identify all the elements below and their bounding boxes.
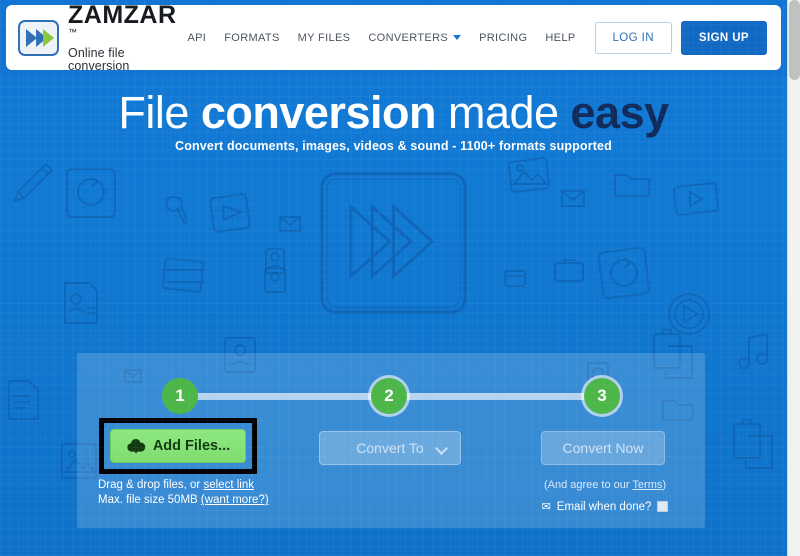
convert-now-button[interactable]: Convert Now [541, 431, 665, 465]
page-title: File conversion made easy [0, 89, 787, 136]
drag-drop-hint: Drag & drop files, or select link [98, 479, 328, 491]
briefcase-doodle-icon [554, 259, 584, 282]
play-square-doodle-icon [209, 193, 251, 233]
add-files-label: Add Files... [152, 438, 231, 454]
envelope-doodle-icon [279, 216, 301, 232]
logo-tagline: Online file conversion [68, 46, 130, 73]
nav-item-formats[interactable]: FORMATS [215, 26, 288, 50]
step-number: 3 [597, 386, 607, 405]
clipboard-pair-doodle-icon [733, 419, 773, 469]
cloud-upload-icon [127, 439, 146, 454]
nav-item-label: HELP [545, 31, 576, 44]
drag-drop-text: Drag & drop files, or [98, 479, 204, 491]
vertical-scrollbar[interactable] [787, 0, 800, 556]
pencil-doodle-icon [13, 162, 54, 203]
select-link[interactable]: select link [203, 479, 254, 491]
terms-agreement-text: (And agree to our Terms) [505, 479, 705, 491]
browser-viewport: ZAMZAR™ Online file conversion API FORMA… [0, 0, 800, 556]
double-chevron-logo-icon [18, 19, 59, 56]
nav-item-help[interactable]: HELP [536, 26, 584, 50]
step-indicator-3[interactable]: 3 [584, 378, 620, 414]
want-more-link[interactable]: (want more?) [201, 494, 269, 506]
refresh-square-right-doodle-icon [597, 246, 651, 300]
step-number: 2 [384, 386, 394, 405]
site-header-band: ZAMZAR™ Online file conversion API FORMA… [0, 0, 787, 76]
max-size-text: Max. file size 50MB [98, 494, 201, 506]
code-doc-doodle-icon [8, 380, 39, 420]
wrench-doodle-icon [165, 195, 187, 225]
site-header: ZAMZAR™ Online file conversion API FORMA… [6, 0, 781, 73]
nav-item-pricing[interactable]: PRICING [470, 26, 536, 50]
nav-item-converters[interactable]: CONVERTERS [359, 26, 470, 50]
main-nav: API FORMATS MY FILES CONVERTERS PRICING [178, 20, 767, 55]
headline-part-4: easy [570, 87, 670, 138]
nav-item-label: CONVERTERS [368, 31, 449, 44]
add-files-button[interactable]: Add Files... [110, 429, 246, 463]
headline-part-1: File [118, 87, 201, 138]
email-when-done-checkbox[interactable] [657, 501, 669, 512]
id-card-doodle-icon [265, 248, 285, 274]
play-circle-doodle-icon [668, 293, 710, 335]
log-in-button[interactable]: LOG IN [594, 21, 672, 54]
chevron-down-icon [453, 35, 462, 40]
terms-link[interactable]: Terms [632, 479, 662, 491]
convert-to-select[interactable]: Convert To [319, 431, 461, 465]
convert-to-label: Convert To [356, 440, 424, 456]
photo-card-doodle-icon [264, 267, 286, 293]
folder-doodle-icon [614, 174, 650, 197]
archive-doodle-icon [504, 270, 526, 287]
headline-part-3: made [435, 87, 571, 138]
scrollbar-thumb[interactable] [789, 0, 800, 80]
nav-item-label: PRICING [479, 31, 528, 44]
step-number: 1 [175, 386, 185, 405]
max-size-hint: Max. file size 50MB (want more?) [98, 494, 328, 506]
nav-item-label: MY FILES [297, 31, 351, 44]
envelope-right-doodle-icon [561, 190, 585, 207]
sign-up-button[interactable]: SIGN UP [680, 20, 767, 55]
logo[interactable]: ZAMZAR™ Online file conversion [18, 0, 178, 73]
logo-name: ZAMZAR [68, 0, 177, 29]
nav-item-label: FORMATS [224, 31, 280, 44]
email-when-done-label: Email when done? [556, 500, 652, 513]
step-indicator-2[interactable]: 2 [371, 378, 407, 414]
envelope-icon: ✉ [541, 501, 551, 513]
nav-item-my-files[interactable]: MY FILES [289, 26, 360, 50]
terms-suffix: ) [662, 479, 667, 491]
terms-prefix: (And agree to our [543, 479, 633, 491]
email-when-done-row: ✉ Email when done? [505, 500, 705, 513]
nav-item-api[interactable]: API [178, 26, 215, 50]
video-strip-doodle-icon [672, 182, 720, 216]
music-note-doodle-icon [738, 332, 768, 369]
film-doodle-icon [161, 257, 205, 293]
refresh-square-doodle-icon [66, 168, 116, 218]
step-indicator-bar: 1 2 3 [77, 378, 705, 414]
chevron-down-icon [435, 442, 448, 455]
logo-wordmark: ZAMZAR™ [68, 0, 178, 45]
nav-item-label: API [187, 31, 207, 44]
contact-doc-doodle-icon [64, 282, 98, 324]
step-indicator-1[interactable]: 1 [162, 378, 198, 414]
hero-convert-graphic [320, 172, 467, 314]
headline-part-2: conversion [200, 87, 437, 138]
image-frame-doodle-icon [507, 157, 551, 193]
zamzar-homepage: ZAMZAR™ Online file conversion API FORMA… [0, 0, 787, 556]
logo-text: ZAMZAR™ Online file conversion [68, 0, 178, 73]
page-subtitle: Convert documents, images, videos & soun… [175, 139, 612, 153]
